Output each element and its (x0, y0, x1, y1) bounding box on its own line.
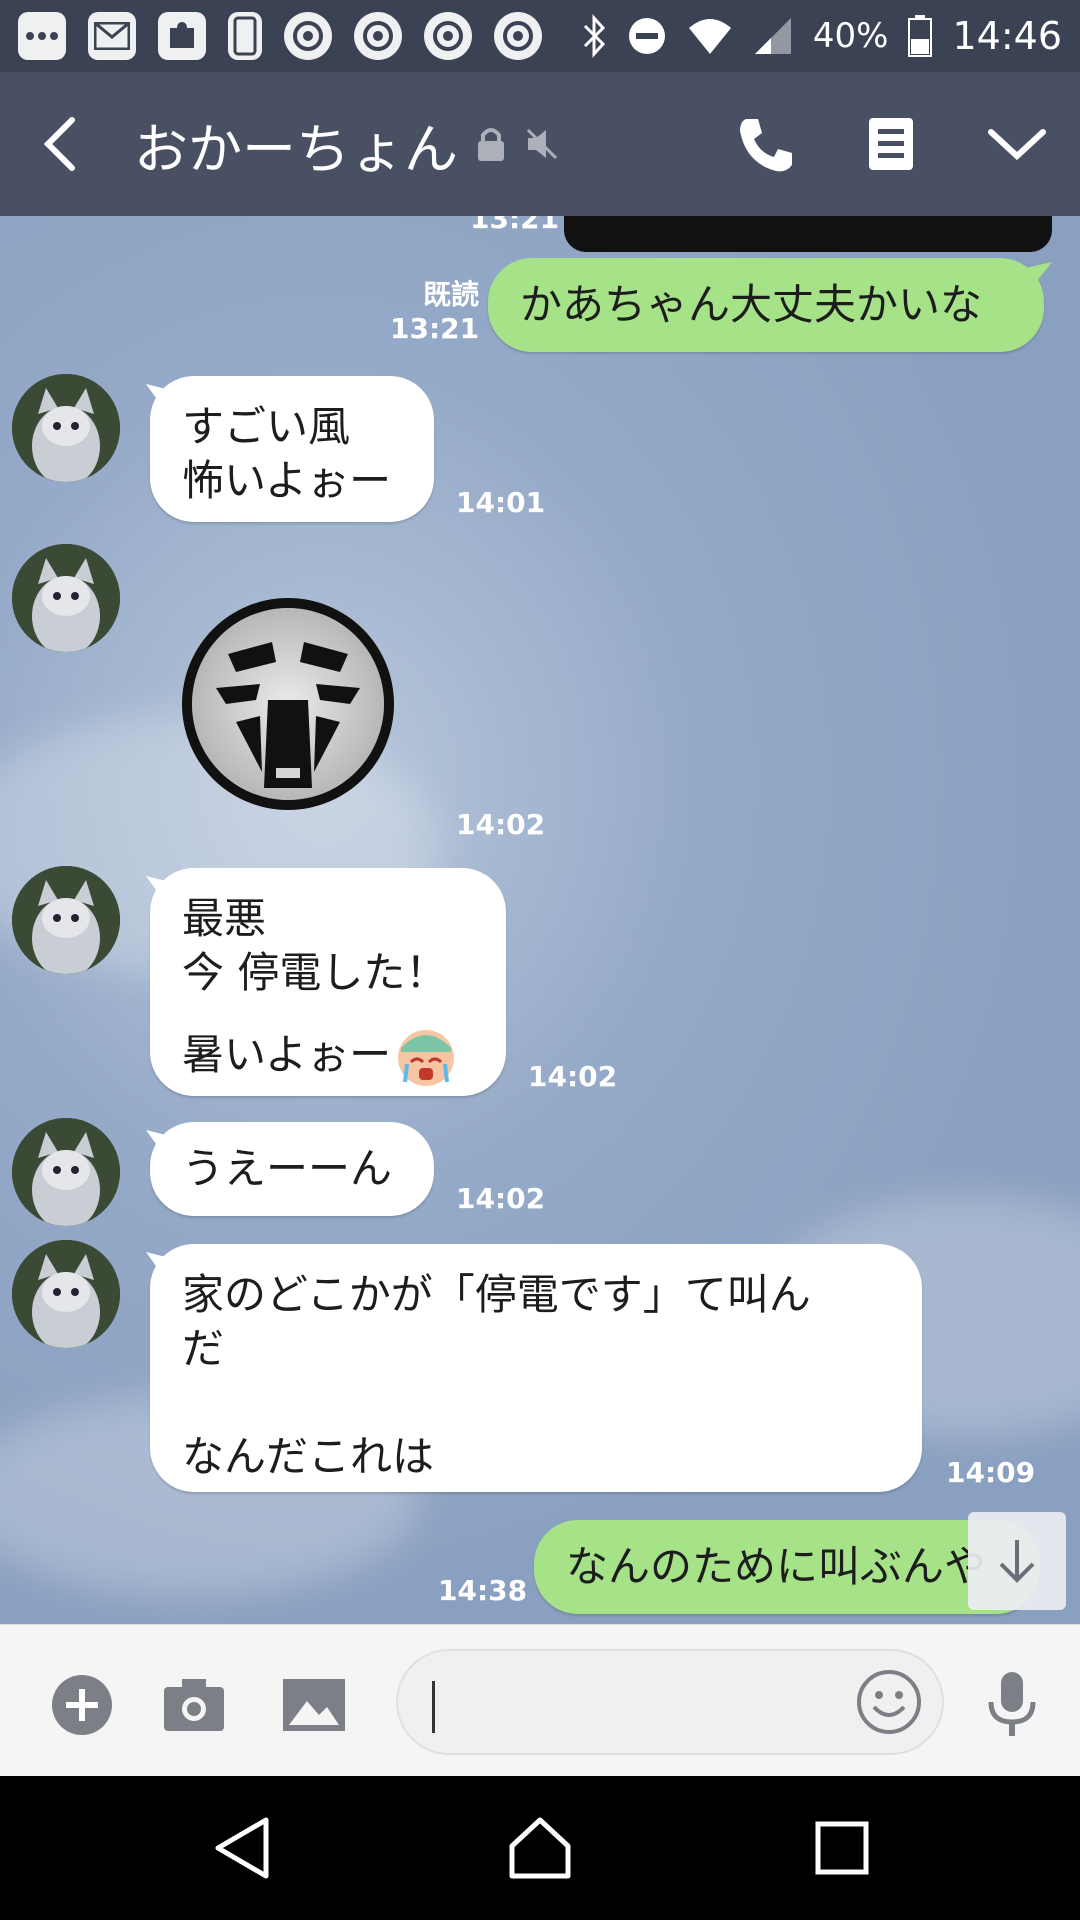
cat-avatar-icon (12, 374, 120, 482)
back-button[interactable] (0, 72, 120, 216)
message-time: 14:38 (438, 1574, 528, 1607)
message-time: 13:21 (470, 216, 560, 235)
menu-dropdown-button[interactable] (954, 72, 1080, 216)
system-status: 40% 14:46 (581, 14, 1062, 58)
screaming-face-sticker[interactable] (176, 592, 400, 816)
notes-button[interactable] (828, 72, 954, 216)
text-caret (432, 1681, 435, 1733)
message-input[interactable] (396, 1649, 944, 1755)
system-nav-bar (0, 1776, 1080, 1920)
scroll-to-bottom-button[interactable] (968, 1512, 1066, 1610)
message-time: 14:01 (456, 486, 546, 519)
message-bubble-in[interactable]: 家のどこかが「停電です」て叫ん だ なんだこれは (150, 1244, 922, 1492)
cat-avatar-icon (12, 1240, 120, 1348)
bluetooth-icon (583, 14, 605, 58)
cat-avatar-icon (12, 544, 120, 652)
gallery-icon (283, 1679, 345, 1731)
chat-header: おかーちょん (0, 72, 1080, 216)
chrome-icon (424, 12, 472, 60)
message-bubble-out[interactable]: なんのために叫ぶんや (534, 1520, 1040, 1614)
message-time: 14:09 (946, 1456, 1036, 1489)
nav-recents-icon (815, 1821, 869, 1875)
emoji-button[interactable] (852, 1665, 926, 1739)
read-receipt: 既読 13:21 (390, 278, 480, 345)
crying-emoji-icon (398, 1030, 455, 1086)
message-bubble-in[interactable]: すごい風 怖いよぉー (150, 376, 434, 522)
call-button[interactable] (702, 72, 828, 216)
message-bubble-in[interactable]: うえーーん (150, 1122, 434, 1216)
message-bubble-out[interactable]: かあちゃん大丈夫かいな (488, 258, 1044, 352)
more-icon (18, 12, 66, 60)
message-bubble-in[interactable]: 最悪 今 停電した！ 暑いよぉー (150, 868, 506, 1096)
cat-avatar-icon (12, 1118, 120, 1226)
app-icon (158, 12, 206, 60)
avatar[interactable] (12, 866, 120, 974)
nav-recents-button[interactable] (790, 1796, 894, 1900)
status-bar: 40% 14:46 (0, 0, 1080, 72)
chrome-icon (494, 12, 542, 60)
gallery-button[interactable] (276, 1669, 352, 1741)
avatar[interactable] (12, 544, 120, 652)
notes-icon (869, 118, 913, 170)
avatar[interactable] (12, 1240, 120, 1348)
chrome-icon (284, 12, 332, 60)
phone-icon (228, 12, 262, 60)
dnd-icon (628, 18, 665, 54)
nav-back-icon (215, 1817, 269, 1879)
mic-icon (988, 1672, 1036, 1736)
mute-icon (526, 128, 558, 160)
camera-icon (164, 1679, 224, 1731)
message-time: 14:02 (456, 1182, 546, 1215)
chrome-icon (354, 12, 402, 60)
signal-icon (754, 18, 791, 54)
wifi-icon (688, 19, 731, 54)
camera-button[interactable] (158, 1669, 230, 1741)
back-icon (43, 117, 75, 171)
dropdown-icon (988, 129, 1046, 161)
lock-icon (478, 128, 504, 161)
message-time: 14:02 (456, 808, 546, 841)
avatar[interactable] (12, 374, 120, 482)
call-icon (740, 119, 792, 172)
avatar[interactable] (12, 1118, 120, 1226)
previous-message-clip[interactable] (564, 216, 1052, 252)
voice-button[interactable] (976, 1669, 1048, 1741)
au-mail-icon (88, 12, 136, 60)
battery-percent: 40% (812, 16, 889, 56)
message-time: 14:02 (528, 1060, 618, 1093)
message-composer (0, 1624, 1080, 1776)
nav-home-icon (509, 1817, 571, 1879)
add-button[interactable] (46, 1669, 118, 1741)
emoji-icon (857, 1670, 921, 1734)
notification-icons (18, 12, 542, 60)
chat-area[interactable]: 13:21 既読 13:21 かあちゃん大丈夫かいな すごい風 怖いよぉー 14… (0, 216, 1080, 1624)
clock: 14:46 (952, 14, 1062, 58)
nav-back-button[interactable] (190, 1796, 294, 1900)
arrow-down-icon (999, 1540, 1035, 1583)
battery-icon (908, 15, 933, 57)
contact-name[interactable]: おかーちょん (134, 105, 458, 184)
nav-home-button[interactable] (488, 1796, 592, 1900)
add-icon (52, 1675, 112, 1735)
cat-avatar-icon (12, 866, 120, 974)
